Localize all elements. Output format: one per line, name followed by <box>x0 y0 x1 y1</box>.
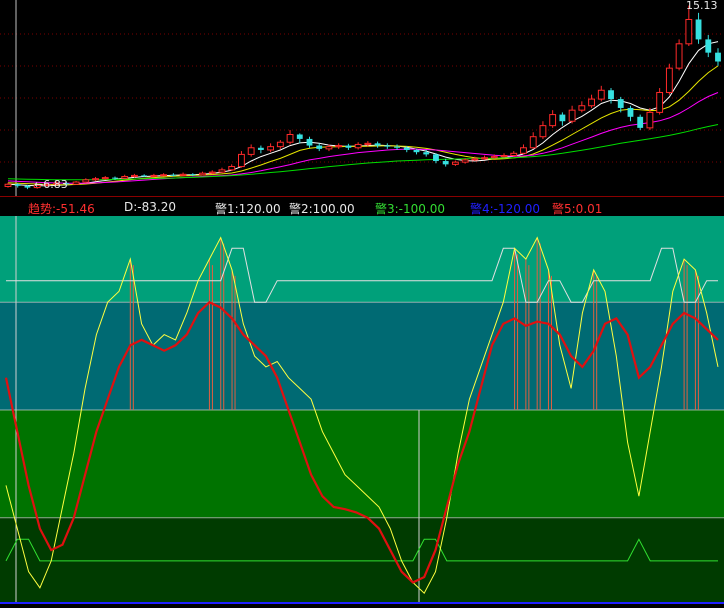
candle-body <box>72 181 80 185</box>
candle-body <box>296 134 303 139</box>
candle-body <box>597 89 605 100</box>
candle-body <box>637 116 644 128</box>
candle-body <box>238 153 245 168</box>
candle-body <box>685 18 693 45</box>
candle-body <box>345 145 352 148</box>
legend-item: 警5:0.01 <box>552 202 603 216</box>
legend-item: 趋势:-51.46 <box>28 202 95 216</box>
candle-body <box>199 172 206 176</box>
candle-body <box>715 52 721 62</box>
candle-body <box>403 147 410 150</box>
legend-item: 警1:120.00 <box>215 202 281 216</box>
candlestick-chart: ←6.83 15.13 <box>0 0 724 196</box>
candle-body <box>559 114 566 122</box>
candle-body <box>354 143 362 149</box>
candle-body <box>646 111 654 129</box>
low-price-label: ←6.83 <box>34 178 68 191</box>
candle-body <box>276 141 284 148</box>
candle-body <box>218 169 226 173</box>
candle-body <box>267 146 275 151</box>
candle-body <box>461 159 469 163</box>
indicator-chart <box>0 216 724 604</box>
candle-body <box>451 161 459 165</box>
candle-body <box>384 145 391 147</box>
candle-body <box>665 67 673 93</box>
candle-body <box>160 174 168 177</box>
candle-body <box>471 158 479 161</box>
indicator-legend: 趋势:-51.46 D:-83.20 警1:120.00 警2:100.00 警3:-1… <box>0 196 724 217</box>
candle-body <box>208 171 216 174</box>
candle-body <box>374 143 381 146</box>
candle-body <box>286 133 294 143</box>
candle-body <box>675 43 683 69</box>
legend-item: 警2:100.00 <box>289 202 355 216</box>
high-price-label: 15.13 <box>686 0 718 12</box>
candle-body <box>189 174 196 176</box>
candle-body <box>364 142 372 145</box>
candle-body <box>608 90 614 100</box>
candle-body <box>228 166 236 171</box>
candlestick-svg: ←6.83 15.13 <box>0 0 724 196</box>
candle-body <box>656 91 664 113</box>
legend-item: D:-83.20 <box>124 200 176 214</box>
legend-item: 警3:-100.00 <box>375 202 445 216</box>
candle-body <box>170 174 177 176</box>
candle-body <box>617 99 624 108</box>
candle-body <box>131 174 138 178</box>
candle-body <box>247 147 255 155</box>
candle-body <box>82 179 90 183</box>
candle-body <box>14 184 21 186</box>
candle-body <box>101 177 109 180</box>
candle-body <box>490 156 498 159</box>
candle-body <box>112 177 118 179</box>
candle-body <box>423 152 430 155</box>
candle-body <box>257 147 264 150</box>
background-band <box>0 410 724 518</box>
candle-body <box>627 107 634 117</box>
candle-body <box>141 175 148 177</box>
candle-body <box>433 154 439 162</box>
legend-item: 警4:-120.00 <box>470 202 540 216</box>
moving-average-line <box>7 92 719 184</box>
candle-body <box>179 173 187 176</box>
candle-body <box>588 98 595 107</box>
candle-body <box>150 174 158 177</box>
candle-body <box>529 136 537 149</box>
candle-body <box>92 178 99 181</box>
candle-body <box>549 114 557 127</box>
candle-body <box>705 39 712 53</box>
candle-body <box>500 155 508 158</box>
candle-body <box>578 105 586 111</box>
candle-body <box>4 183 12 187</box>
candle-body <box>335 145 343 148</box>
candle-body <box>413 149 420 153</box>
candle-body <box>539 125 547 138</box>
candle-body <box>24 185 31 188</box>
candle-body <box>520 147 527 154</box>
indicator-svg <box>0 216 724 604</box>
candle-body <box>695 19 702 40</box>
candle-body <box>394 146 400 148</box>
candle-body <box>510 152 518 157</box>
candle-body <box>442 161 449 165</box>
candle-body <box>316 145 323 149</box>
candle-body <box>306 138 313 146</box>
candle-body <box>568 109 576 122</box>
moving-average-line <box>7 65 719 186</box>
background-band <box>0 216 724 303</box>
candle-body <box>121 176 129 179</box>
candle-body <box>481 157 488 160</box>
candle-body <box>325 146 333 150</box>
